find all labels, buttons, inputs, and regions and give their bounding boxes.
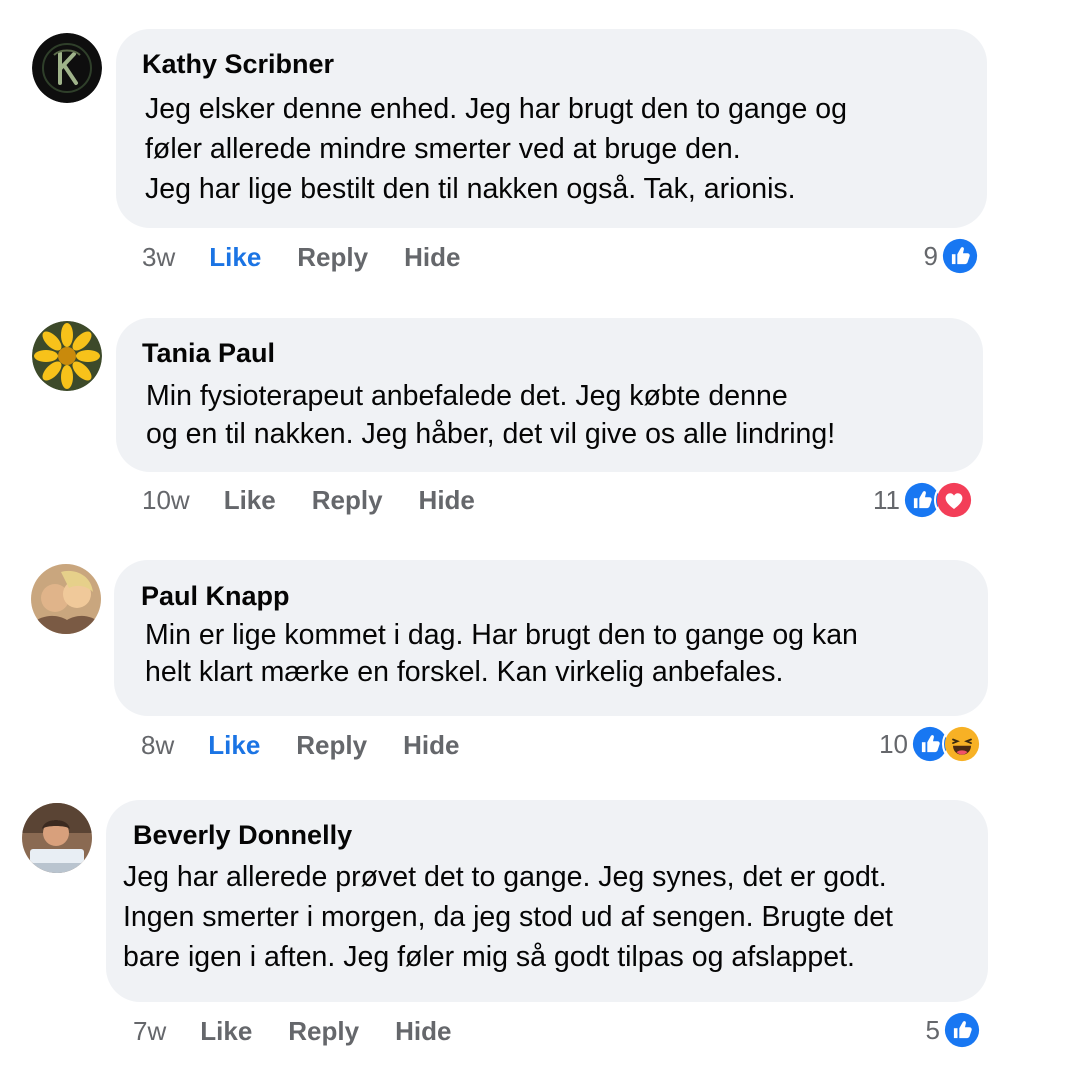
couple-photo-avatar[interactable]	[31, 564, 101, 634]
comment-text: Jeg har allerede prøvet det to gange. Je…	[123, 857, 893, 977]
comment-text-line: Ingen smerter i morgen, da jeg stod ud a…	[123, 901, 893, 933]
hide-button[interactable]: Hide	[403, 730, 459, 761]
hide-button[interactable]: Hide	[419, 485, 475, 516]
reply-button[interactable]: Reply	[288, 1016, 359, 1047]
comment-text: Jeg elsker denne enhed. Jeg har brugt de…	[145, 89, 847, 209]
haha-reaction-icon	[942, 724, 982, 764]
reaction-count: 10	[879, 728, 908, 759]
sunflower-avatar[interactable]	[32, 321, 102, 391]
reaction-summary[interactable]: 10	[879, 724, 982, 764]
reaction-count: 11	[873, 484, 900, 515]
comment-timestamp[interactable]: 10w	[142, 485, 190, 516]
comment-timestamp[interactable]: 8w	[141, 730, 174, 761]
comment-timestamp[interactable]: 3w	[142, 242, 175, 273]
comment-author[interactable]: Tania Paul	[142, 338, 275, 369]
reaction-count: 9	[923, 240, 938, 271]
comment-text: Min fysioterapeut anbefalede det. Jeg kø…	[146, 377, 835, 453]
comment-text-line: og en til nakken. Jeg håber, det vil giv…	[146, 418, 836, 450]
comment-text-line: Jeg har allerede prøvet det to gange. Je…	[123, 861, 887, 893]
letter-k-emblem-avatar[interactable]	[32, 33, 102, 103]
like-button[interactable]: Like	[208, 730, 260, 761]
comment-text-line: Min fysioterapeut anbefalede det. Jeg kø…	[146, 380, 788, 412]
love-reaction-icon	[934, 480, 974, 520]
comment-text-line: Jeg har lige bestilt den til nakken også…	[145, 173, 796, 205]
comments-section: Kathy Scribner Jeg elsker denne enhed. J…	[0, 0, 1080, 1080]
reaction-count: 5	[925, 1014, 940, 1045]
like-reaction-icon	[940, 236, 980, 276]
comment-text: Min er lige kommet i dag. Har brugt den …	[145, 617, 858, 691]
like-button[interactable]: Like	[224, 485, 276, 516]
comment-actions: 10w Like Reply Hide	[142, 485, 475, 516]
comment-text-line: helt klart mærke en forskel. Kan virkeli…	[145, 656, 784, 688]
comment-text-line: bare igen i aften. Jeg føler mig så godt…	[123, 941, 855, 973]
like-button[interactable]: Like	[200, 1016, 252, 1047]
comment-author[interactable]: Kathy Scribner	[142, 49, 334, 80]
reply-button[interactable]: Reply	[312, 485, 383, 516]
comment-text-line: Jeg elsker denne enhed. Jeg har brugt de…	[145, 93, 847, 125]
reply-button[interactable]: Reply	[297, 242, 368, 273]
comment-actions: 8w Like Reply Hide	[141, 730, 459, 761]
comment-author[interactable]: Paul Knapp	[141, 581, 290, 612]
reaction-summary[interactable]: 9	[924, 236, 980, 276]
comment-actions: 7w Like Reply Hide	[133, 1016, 451, 1047]
like-button[interactable]: Like	[209, 242, 261, 273]
person-photo-avatar[interactable]	[22, 803, 92, 873]
hide-button[interactable]: Hide	[395, 1016, 451, 1047]
comment-author[interactable]: Beverly Donnelly	[133, 820, 352, 851]
reaction-summary[interactable]: 11	[873, 480, 974, 520]
like-reaction-icon	[942, 1010, 982, 1050]
hide-button[interactable]: Hide	[404, 242, 460, 273]
reply-button[interactable]: Reply	[296, 730, 367, 761]
comment-text-line: Min er lige kommet i dag. Har brugt den …	[145, 619, 858, 651]
comment-actions: 3w Like Reply Hide	[142, 242, 460, 273]
comment-text-line: føler allerede mindre smerter ved at bru…	[145, 133, 741, 165]
reaction-summary[interactable]: 5	[926, 1010, 982, 1050]
comment-timestamp[interactable]: 7w	[133, 1016, 166, 1047]
